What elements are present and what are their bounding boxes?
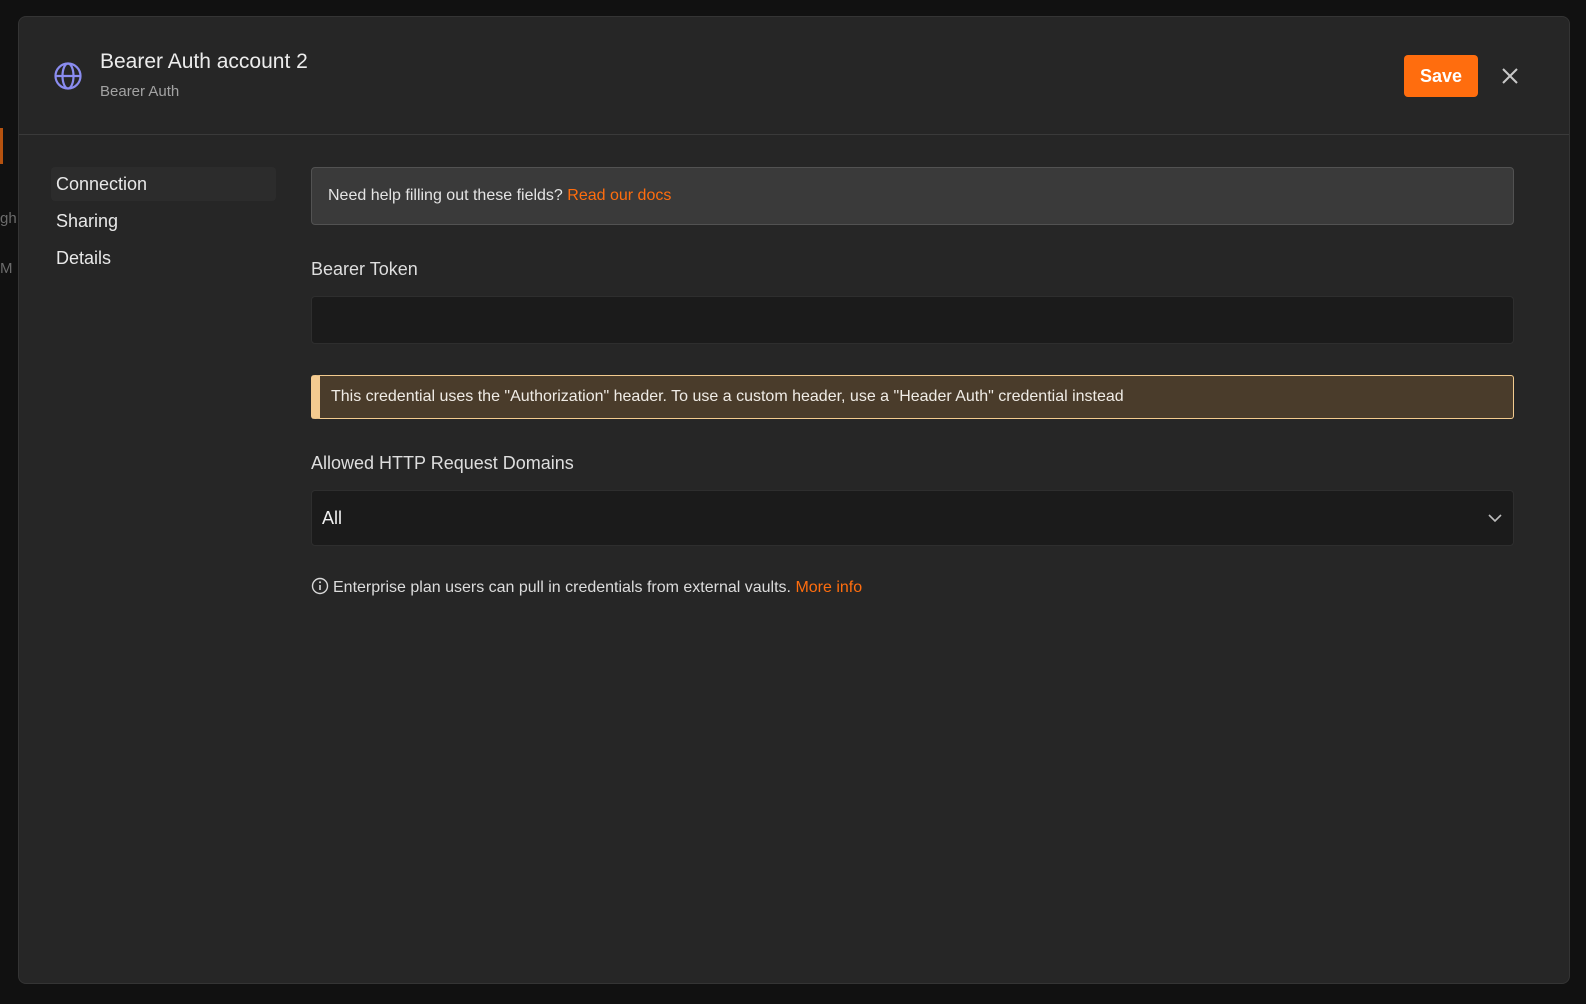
- sidebar-item-connection[interactable]: Connection: [51, 167, 276, 201]
- background-text-fragment: gh: [0, 210, 17, 227]
- background-accent-bar: [0, 128, 3, 164]
- bearer-token-input[interactable]: [311, 296, 1514, 344]
- globe-icon: [54, 62, 82, 90]
- save-button[interactable]: Save: [1404, 55, 1478, 97]
- chevron-down-icon: [1488, 514, 1502, 523]
- more-info-link[interactable]: More info: [795, 579, 862, 596]
- allowed-domains-label: Allowed HTTP Request Domains: [311, 453, 574, 473]
- info-circle-icon: [311, 577, 329, 595]
- allowed-domains-value: All: [322, 508, 343, 528]
- modal-header: Bearer Auth account 2 Bearer Auth Save: [19, 17, 1569, 135]
- allowed-domains-select[interactable]: All: [311, 490, 1514, 546]
- credential-modal: Bearer Auth account 2 Bearer Auth Save C…: [18, 16, 1570, 984]
- read-docs-link[interactable]: Read our docs: [567, 187, 671, 204]
- help-text: Need help filling out these fields?: [328, 187, 563, 204]
- background-text-fragment: M: [0, 260, 13, 277]
- modal-title: Bearer Auth account 2: [100, 50, 308, 73]
- settings-sidebar: Connection Sharing Details: [51, 167, 276, 278]
- info-text: Enterprise plan users can pull in creden…: [333, 579, 791, 596]
- help-notice: Need help filling out these fields? Read…: [311, 167, 1514, 225]
- sidebar-item-sharing[interactable]: Sharing: [51, 204, 276, 238]
- bearer-token-label: Bearer Token: [311, 259, 418, 279]
- sidebar-item-details[interactable]: Details: [51, 241, 276, 275]
- close-icon[interactable]: [1499, 65, 1521, 87]
- authorization-header-warning: This credential uses the "Authorization"…: [311, 375, 1514, 419]
- modal-subtitle: Bearer Auth: [100, 83, 180, 100]
- external-vaults-info: Enterprise plan users can pull in creden…: [311, 577, 862, 599]
